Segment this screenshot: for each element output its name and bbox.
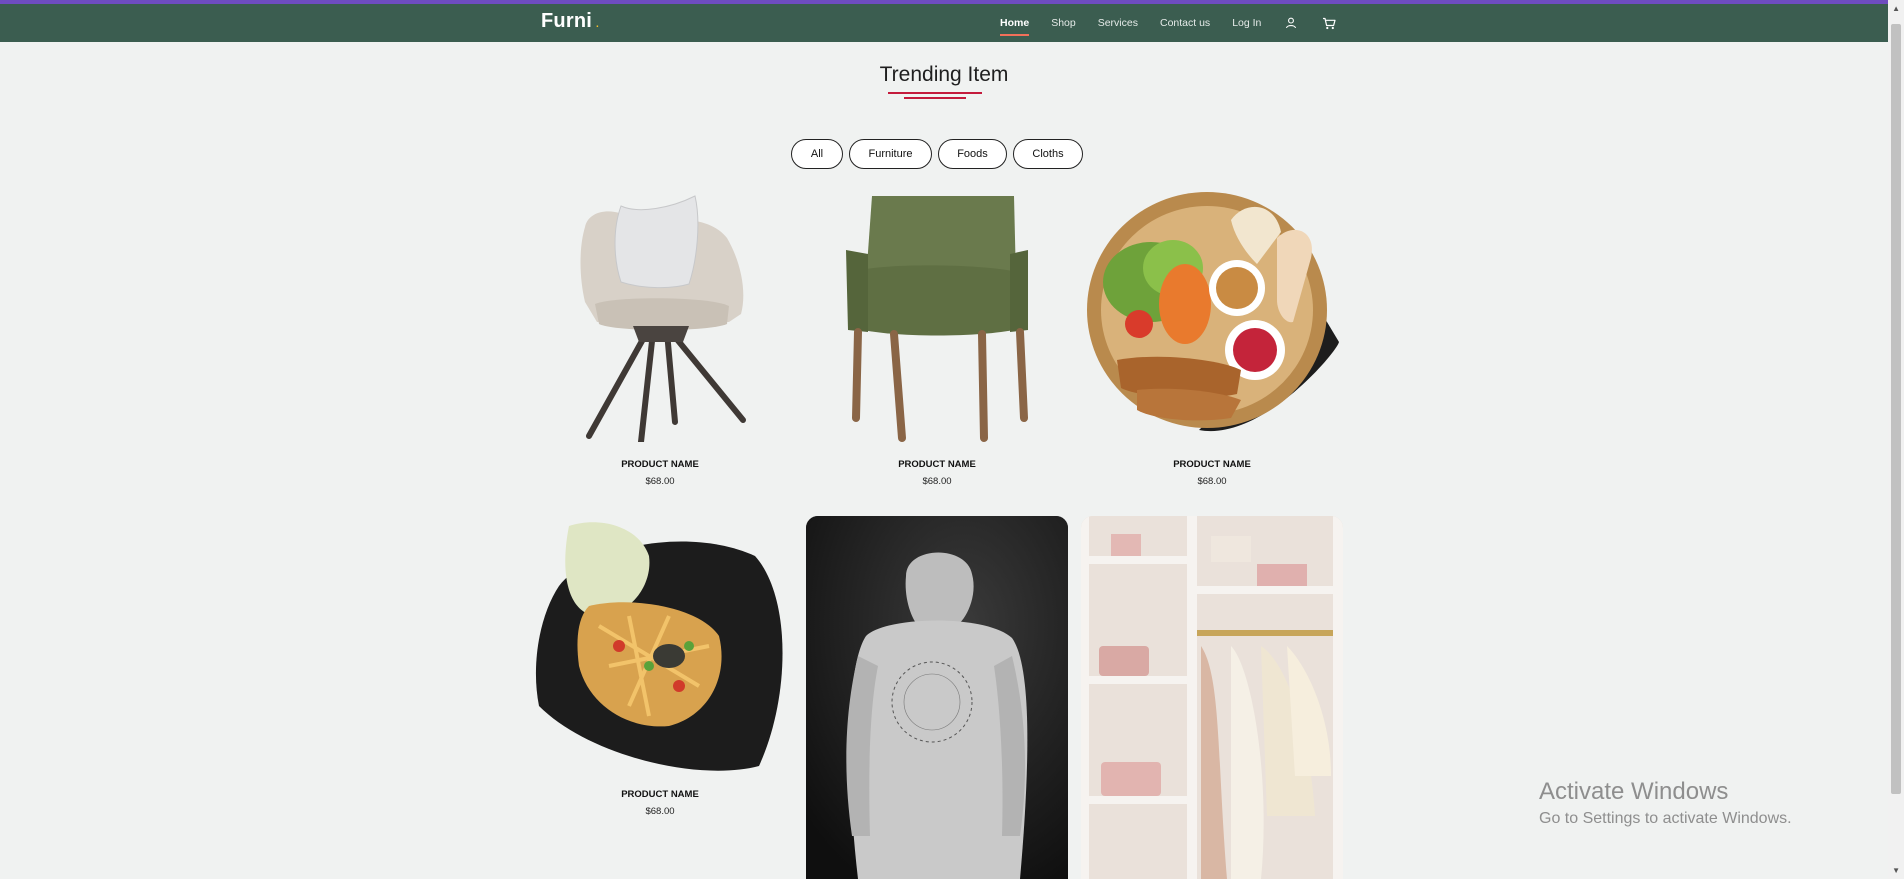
product-card[interactable]: PRODUCT NAME $68.00: [529, 516, 791, 817]
product-card[interactable]: PRODUCT NAME $68.00: [1081, 192, 1343, 492]
product-card[interactable]: [1081, 516, 1343, 879]
watermark-title: Activate Windows: [1539, 778, 1729, 805]
cart-icon[interactable]: [1321, 15, 1337, 31]
product-price: $68.00: [1197, 476, 1227, 487]
section-title: Trending Item: [879, 63, 1009, 86]
user-icon[interactable]: [1283, 15, 1299, 31]
watermark-subtitle: Go to Settings to activate Windows.: [1539, 810, 1792, 827]
navbar: Furni. Home Shop Services Contact us Log…: [0, 4, 1888, 42]
product-image-hoodie: [806, 516, 1068, 879]
scroll-up-arrow-icon[interactable]: ▲: [1892, 4, 1900, 13]
product-image-green-chair: [846, 196, 1028, 442]
nav-link-contact[interactable]: Contact us: [1160, 17, 1210, 29]
title-underline-short: [904, 97, 966, 99]
title-underline: [888, 92, 982, 94]
windows-activation-watermark: Activate Windows Go to Settings to activ…: [1539, 778, 1792, 828]
filter-furniture-button[interactable]: Furniture: [849, 139, 932, 169]
product-image-armchair: [580, 195, 746, 442]
scroll-down-arrow-icon[interactable]: ▼: [1892, 866, 1900, 875]
brand-name: Furni: [541, 10, 592, 32]
nav-link-services[interactable]: Services: [1098, 17, 1138, 29]
product-price: $68.00: [922, 476, 952, 487]
product-image-papaya-salad: [535, 522, 783, 771]
category-filters: All Furniture Foods Cloths: [791, 139, 1083, 169]
brand-logo[interactable]: Furni.: [541, 10, 599, 33]
product-price: $68.00: [645, 806, 675, 817]
product-name: PRODUCT NAME: [1173, 459, 1251, 470]
product-image-food-basket: [1087, 192, 1339, 432]
product-card[interactable]: PRODUCT NAME $68.00: [806, 192, 1068, 492]
product-image-closet: [1081, 516, 1343, 879]
filter-all-button[interactable]: All: [791, 139, 843, 169]
product-name: PRODUCT NAME: [898, 459, 976, 470]
page-scrollbar[interactable]: ▲ ▼: [1888, 0, 1904, 879]
filter-cloths-button[interactable]: Cloths: [1013, 139, 1083, 169]
nav-link-home[interactable]: Home: [1000, 17, 1030, 36]
product-card[interactable]: [806, 516, 1068, 879]
nav-links: Home Shop Services Contact us Log In: [1000, 4, 1359, 42]
nav-link-shop[interactable]: Shop: [1051, 17, 1076, 29]
product-name: PRODUCT NAME: [621, 459, 699, 470]
brand-dot: .: [596, 19, 599, 30]
product-card[interactable]: PRODUCT NAME $68.00: [529, 192, 791, 492]
filter-foods-button[interactable]: Foods: [938, 139, 1007, 169]
nav-link-login[interactable]: Log In: [1232, 17, 1261, 29]
product-price: $68.00: [645, 476, 675, 487]
scroll-thumb[interactable]: [1891, 24, 1901, 794]
product-name: PRODUCT NAME: [621, 789, 699, 800]
